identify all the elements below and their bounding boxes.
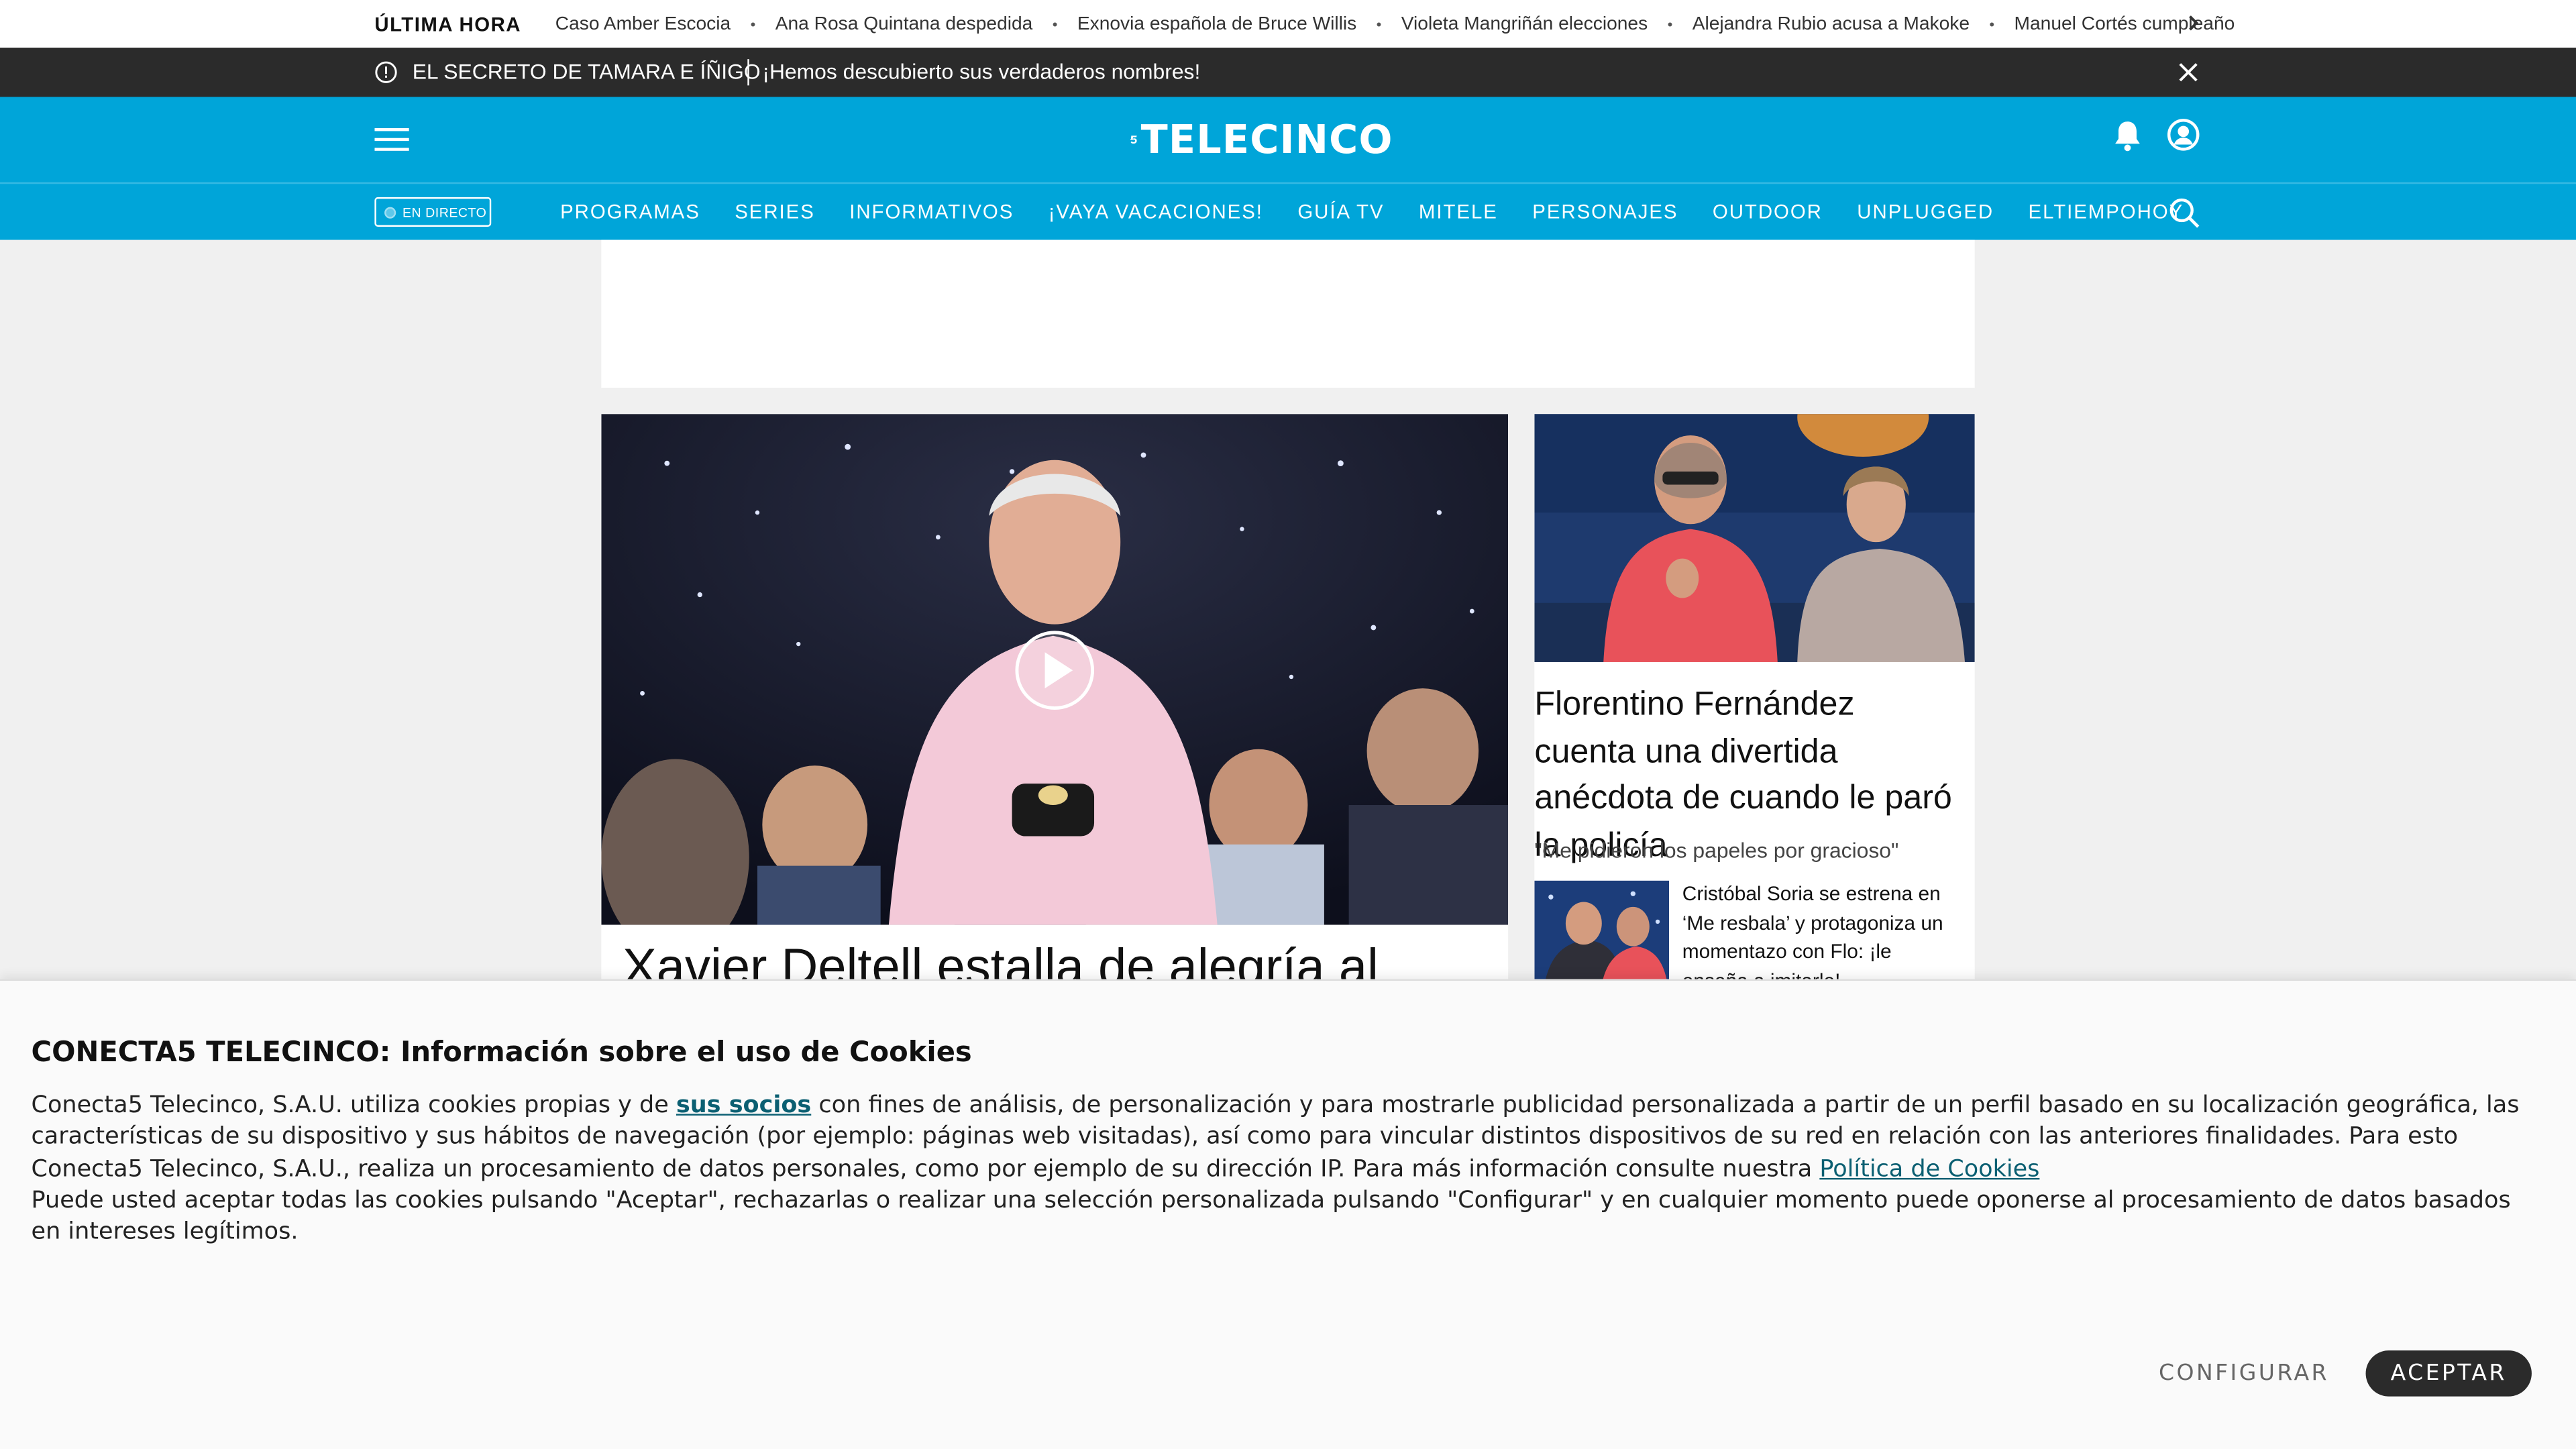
- side-story-photo: [1534, 414, 1975, 662]
- related-story-thumbnail[interactable]: [1534, 880, 1670, 996]
- side-story-card: Florentino Fernández cuenta una divertid…: [1534, 661, 1975, 1024]
- alert-divider: [747, 59, 749, 86]
- side-story-subtitle: "Me pidieron los papeles por gracioso": [1534, 837, 1899, 863]
- separator-dot: •: [1376, 15, 1382, 32]
- search-icon[interactable]: [2169, 197, 2200, 229]
- alert-title: EL SECRETO DE TAMARA E ÍÑIGO: [412, 59, 761, 84]
- breaking-news-item[interactable]: Exnovia española de Bruce Willis: [1077, 14, 1356, 34]
- related-story-link[interactable]: Cristóbal Soria se estrena en ‘Me resbal…: [1682, 881, 1962, 996]
- cookie-policy-link[interactable]: Política de Cookies: [1819, 1156, 2039, 1182]
- configure-button[interactable]: CONFIGURAR: [2159, 1360, 2329, 1387]
- nav-links: PROGRAMAS SERIES INFORMATIVOS ¡VAYA VACA…: [560, 201, 2218, 223]
- live-dot-icon: [384, 206, 396, 218]
- side-story-image[interactable]: [1534, 414, 1975, 662]
- main-nav: EN DIRECTO PROGRAMAS SERIES INFORMATIVOS…: [0, 182, 2576, 240]
- logo-five-icon: [1130, 136, 1137, 144]
- breaking-news-label: ÚLTIMA HORA: [374, 12, 521, 36]
- nav-item-eltiempohoy[interactable]: ELTIEMPOHOY: [2029, 201, 2184, 223]
- live-label: EN DIRECTO: [402, 204, 487, 219]
- play-icon[interactable]: [1014, 629, 1095, 711]
- separator-dot: •: [1667, 15, 1673, 32]
- nav-item-personajes[interactable]: PERSONAJES: [1532, 201, 1678, 223]
- bell-icon[interactable]: [2112, 120, 2142, 153]
- related-story-photo: [1534, 880, 1670, 996]
- partners-link[interactable]: sus socios: [676, 1093, 811, 1119]
- nav-item-outdoor[interactable]: OUTDOOR: [1713, 201, 1823, 223]
- breaking-news-items: Caso Amber Escocia • Ana Rosa Quintana d…: [555, 14, 2235, 34]
- separator-dot: •: [1052, 15, 1058, 32]
- separator-dot: •: [750, 15, 756, 32]
- cookie-body: Conecta5 Telecinco, S.A.U. utiliza cooki…: [32, 1091, 2528, 1249]
- nav-item-series[interactable]: SERIES: [735, 201, 815, 223]
- nav-item-unplugged[interactable]: UNPLUGGED: [1857, 201, 1994, 223]
- nav-item-informativos[interactable]: INFORMATIVOS: [849, 201, 1014, 223]
- alert-text: ¡Hemos descubierto sus verdaderos nombre…: [762, 59, 1201, 84]
- hamburger-menu-icon[interactable]: [374, 127, 409, 153]
- live-button[interactable]: EN DIRECTO: [374, 197, 492, 227]
- chevron-right-icon[interactable]: [2182, 11, 2204, 34]
- nav-item-guia-tv[interactable]: GUÍA TV: [1297, 201, 1384, 223]
- telecinco-logo[interactable]: TELECINCO: [1130, 115, 1393, 164]
- info-icon: [375, 61, 397, 83]
- breaking-news-item[interactable]: Ana Rosa Quintana despedida: [775, 14, 1033, 34]
- close-icon[interactable]: [2177, 61, 2200, 84]
- cookie-text-1: Conecta5 Telecinco, S.A.U. utiliza cooki…: [31, 1092, 676, 1119]
- nav-item-mitele[interactable]: MITELE: [1419, 201, 1498, 223]
- accept-button[interactable]: ACEPTAR: [2365, 1350, 2532, 1397]
- user-account-icon[interactable]: [2167, 118, 2200, 151]
- breaking-news-item[interactable]: Alejandra Rubio acusa a Makoke: [1693, 14, 1970, 34]
- breaking-news-item[interactable]: Caso Amber Escocia: [555, 14, 731, 34]
- nav-item-vaya-vacaciones[interactable]: ¡VAYA VACACIONES!: [1049, 201, 1263, 223]
- cookie-text-3: Puede usted aceptar todas las cookies pu…: [31, 1187, 2511, 1246]
- logo-text: TELECINCO: [1140, 116, 1393, 163]
- cookie-banner: CONECTA5 TELECINCO: Información sobre el…: [0, 979, 2576, 1449]
- nav-item-programas[interactable]: PROGRAMAS: [560, 201, 700, 223]
- separator-dot: •: [1989, 15, 1995, 32]
- alert-bar[interactable]: EL SECRETO DE TAMARA E ÍÑIGO ¡Hemos desc…: [0, 48, 2576, 97]
- site-header: TELECINCO: [0, 97, 2576, 182]
- breaking-news-item[interactable]: Violeta Mangriñán elecciones: [1401, 14, 1648, 34]
- cookie-title: CONECTA5 TELECINCO: Información sobre el…: [31, 1036, 972, 1070]
- ad-slot: [601, 239, 1975, 388]
- page: ÚLTIMA HORA Caso Amber Escocia • Ana Ros…: [0, 0, 2576, 1449]
- breaking-news-bar: ÚLTIMA HORA Caso Amber Escocia • Ana Ros…: [0, 0, 2576, 48]
